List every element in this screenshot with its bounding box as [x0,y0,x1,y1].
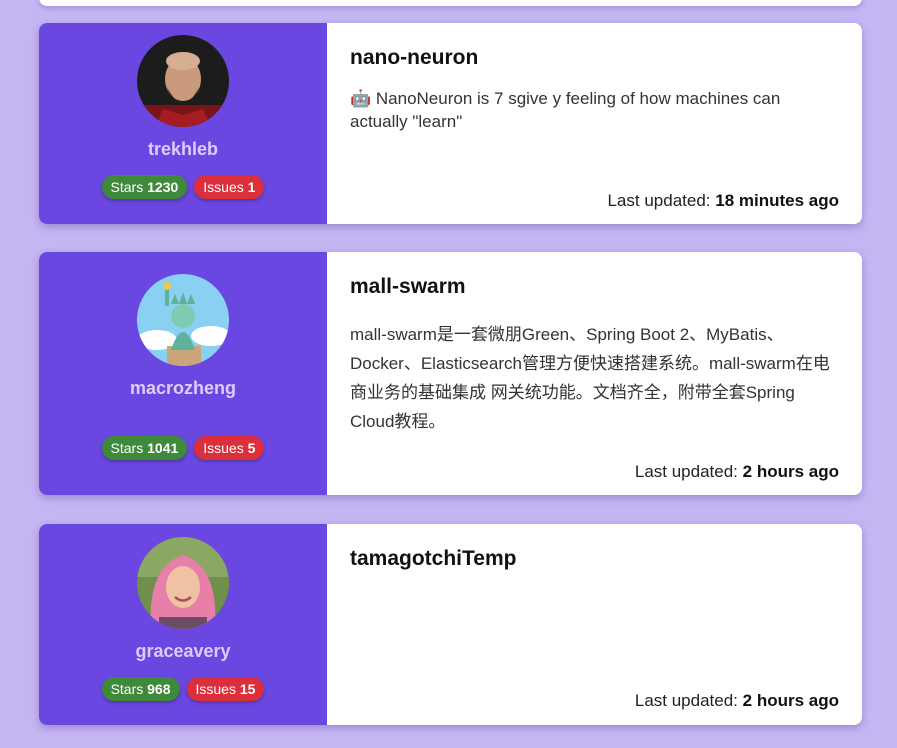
badges: Stars 1041 Issues 5 [39,436,327,460]
issues-badge: Issues 15 [186,677,265,701]
previous-card-edge [39,0,862,6]
avatar[interactable] [137,537,229,629]
badges: Stars 1230 Issues 1 [39,175,327,199]
stars-badge: Stars 968 [101,677,180,701]
repo-card[interactable]: graceavery Stars 968 Issues 15 tamagotch… [39,524,862,725]
repo-description: mall-swarm是一套微朋Green、Spring Boot 2、MyBat… [350,325,830,431]
owner-panel: macrozheng Stars 1041 Issues 5 [39,252,327,495]
repo-name[interactable]: tamagotchiTemp [350,547,516,571]
last-updated: Last updated: 2 hours ago [634,691,839,710]
username[interactable]: macrozheng [39,378,327,399]
stars-badge: Stars 1041 [101,436,188,460]
avatar[interactable] [137,274,229,366]
repo-details: nano-neuron 🤖 NanoNeuron is 7 sgive y fe… [327,23,862,224]
repo-details: tamagotchiTemp Last updated: 2 hours ago [327,524,862,725]
last-updated: Last updated: 18 minutes ago [607,191,839,210]
badges: Stars 968 Issues 15 [39,677,327,701]
owner-panel: graceavery Stars 968 Issues 15 [39,524,327,725]
issues-badge: Issues 1 [194,175,265,199]
last-updated: Last updated: 2 hours ago [634,462,839,481]
repo-description: 🤖 NanoNeuron is 7 sgive y feeling of how… [350,89,781,131]
owner-panel: trekhleb Stars 1230 Issues 1 [39,23,327,224]
repo-details: mall-swarm mall-swarm是一套微朋Green、Spring B… [327,252,862,495]
repo-name[interactable]: nano-neuron [350,46,478,70]
issues-badge: Issues 5 [194,436,265,460]
username[interactable]: trekhleb [39,139,327,160]
stars-badge: Stars 1230 [101,175,188,199]
repo-name[interactable]: mall-swarm [350,275,466,299]
repo-card[interactable]: macrozheng Stars 1041 Issues 5 mall-swar… [39,252,862,495]
repo-card[interactable]: trekhleb Stars 1230 Issues 1 nano-neuron… [39,23,862,224]
avatar[interactable] [137,35,229,127]
username[interactable]: graceavery [39,641,327,662]
